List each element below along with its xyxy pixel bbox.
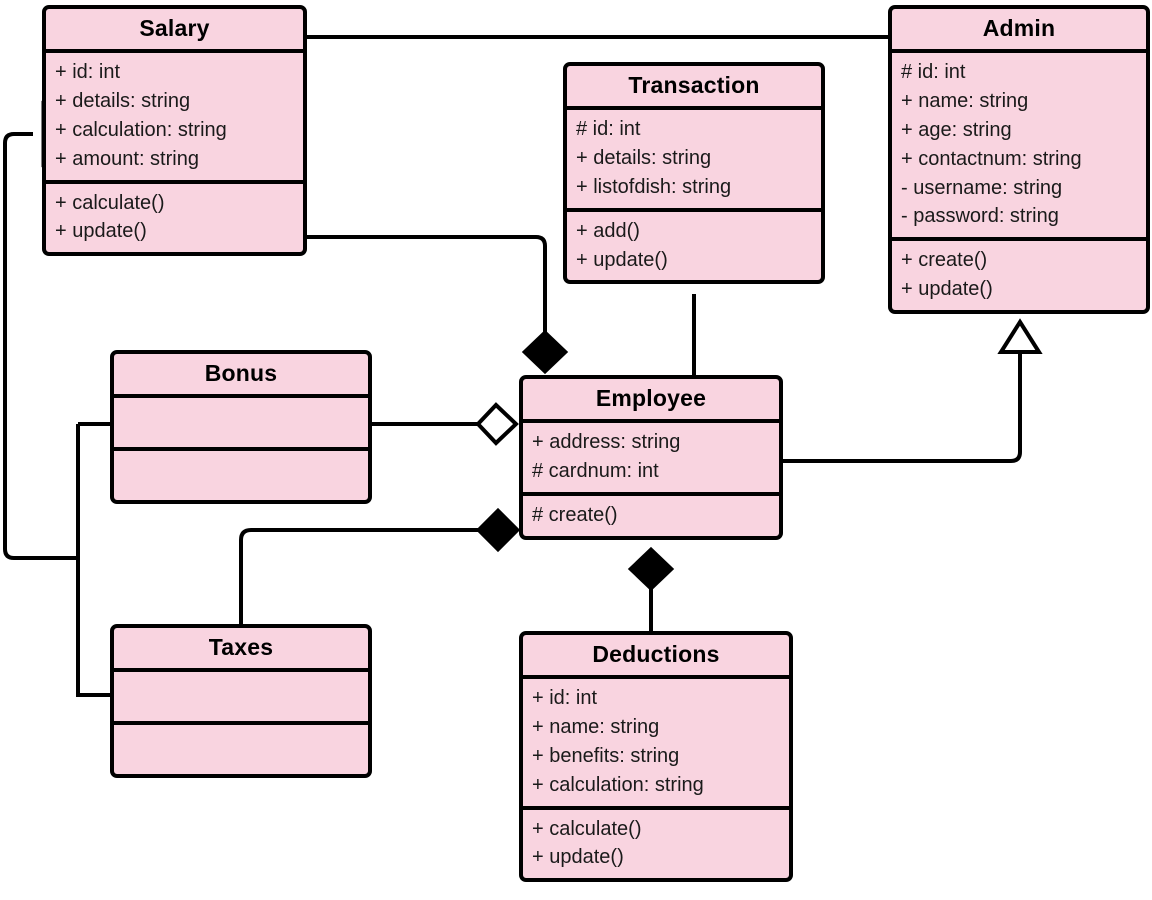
methods-compartment-employee: # create() — [523, 492, 779, 536]
attribute-row: + listofdish: string — [576, 176, 732, 199]
attribute-row: + details: string — [55, 90, 191, 113]
uml-class-diagram: Salary + id: int + details: string + cal… — [0, 0, 1152, 900]
connector-taxes-trunk — [76, 558, 110, 697]
attribute-row: + benefits: string — [532, 745, 680, 768]
attributes-compartment-salary: + id: int + details: string + calculatio… — [46, 49, 303, 179]
class-title-deductions: Deductions — [592, 641, 720, 667]
attribute-row: + details: string — [576, 147, 712, 170]
attribute-row: + id: int — [55, 61, 121, 84]
attribute-row: + amount: string — [55, 147, 199, 170]
attribute-row: + contactnum: string — [901, 147, 1082, 170]
method-row: + calculate() — [532, 817, 642, 840]
methods-compartment-transaction: + add() + update() — [567, 207, 821, 281]
class-title-employee: Employee — [595, 385, 707, 411]
class-box-deductions[interactable]: Deductions + id: int + name: string + be… — [519, 631, 793, 883]
class-title-admin: Admin — [982, 15, 1056, 41]
method-row: + update() — [576, 248, 668, 271]
attribute-row: + name: string — [532, 716, 660, 739]
class-title-transaction: Transaction — [628, 72, 760, 98]
methods-compartment-bonus — [114, 447, 368, 500]
class-box-taxes[interactable]: Taxes — [110, 624, 372, 779]
methods-compartment-salary: + calculate() + update() — [46, 179, 303, 253]
filled-diamond-employee-bottom — [627, 546, 675, 592]
hollow-diamond-employee-left — [475, 402, 519, 446]
class-title-taxes: Taxes — [208, 634, 274, 660]
class-box-bonus[interactable]: Bonus — [110, 350, 372, 505]
class-box-admin[interactable]: Admin # id: int + name: string + age: st… — [888, 5, 1150, 314]
attributes-compartment-admin: # id: int + name: string + age: string +… — [892, 49, 1146, 237]
method-row: + add() — [576, 219, 640, 242]
class-title-salary: Salary — [139, 15, 210, 41]
method-row: + update() — [901, 278, 993, 301]
attribute-row: # cardnum: int — [532, 460, 659, 483]
methods-compartment-admin: + create() + update() — [892, 237, 1146, 310]
method-row: + calculate() — [55, 191, 165, 214]
attribute-row: + name: string — [901, 90, 1029, 113]
attribute-row: + address: string — [532, 431, 681, 454]
methods-compartment-taxes — [114, 721, 368, 774]
attributes-compartment-bonus — [114, 394, 368, 447]
attributes-compartment-deductions: + id: int + name: string + benefits: str… — [523, 675, 789, 805]
method-row: + update() — [532, 846, 624, 869]
class-title-bonus: Bonus — [204, 360, 278, 386]
attributes-compartment-employee: + address: string # cardnum: int — [523, 419, 779, 492]
attribute-row: + id: int — [532, 687, 598, 710]
attributes-compartment-transaction: # id: int + details: string + listofdish… — [567, 106, 821, 207]
class-box-salary[interactable]: Salary + id: int + details: string + cal… — [42, 5, 307, 257]
attribute-row: # id: int — [576, 118, 641, 141]
attribute-row: - username: string — [901, 176, 1063, 199]
method-row: # create() — [532, 504, 618, 527]
attributes-compartment-taxes — [114, 668, 368, 721]
hollow-triangle-admin-bottom — [997, 318, 1043, 354]
method-row: + create() — [901, 249, 988, 272]
attribute-row: - password: string — [901, 205, 1059, 228]
connector-taxes-employee — [239, 528, 482, 624]
methods-compartment-deductions: + calculate() + update() — [523, 805, 789, 879]
class-box-transaction[interactable]: Transaction # id: int + details: string … — [563, 62, 825, 285]
filled-diamond-employee-left-lower — [475, 507, 521, 553]
connector-employee-admin — [783, 350, 1022, 463]
attribute-row: + calculation: string — [55, 119, 227, 142]
attribute-row: + age: string — [901, 119, 1012, 142]
connector-salary-employee — [307, 235, 547, 337]
attribute-row: # id: int — [901, 61, 966, 84]
filled-diamond-employee-top — [521, 329, 569, 375]
method-row: + update() — [55, 220, 147, 243]
attribute-row: + calculation: string — [532, 773, 704, 796]
class-box-employee[interactable]: Employee + address: string # cardnum: in… — [519, 375, 783, 540]
